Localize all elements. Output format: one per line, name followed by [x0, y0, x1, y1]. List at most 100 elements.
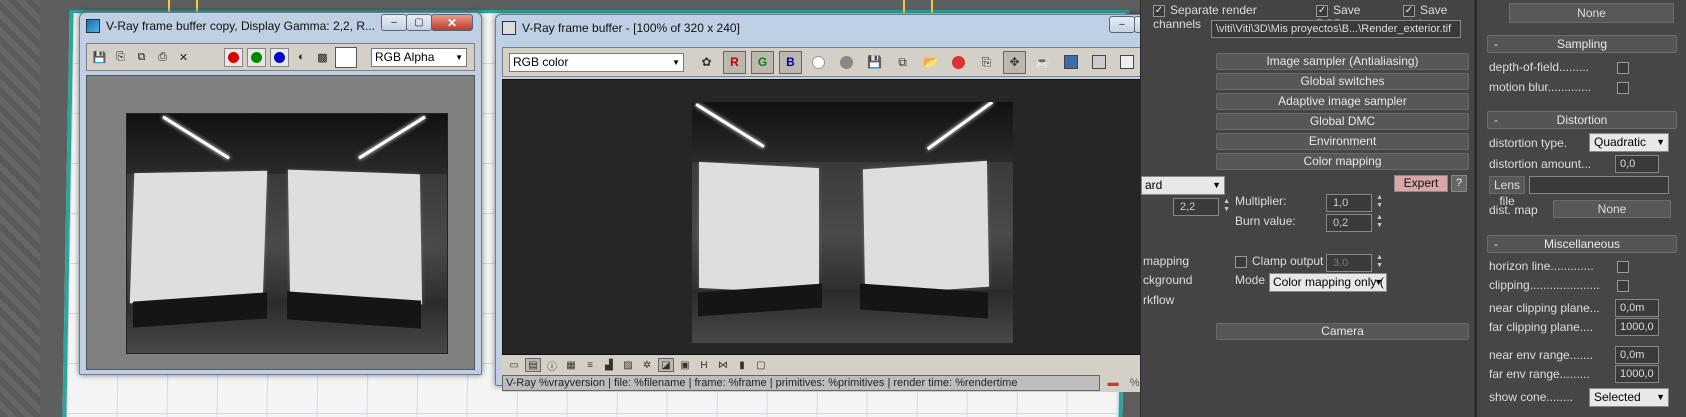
alpha-icon[interactable]: ◐	[293, 49, 310, 66]
vfb-copy-render-area[interactable]	[86, 75, 475, 370]
rollout-global-switches[interactable]: Global switches	[1216, 73, 1469, 90]
save-image-icon[interactable]: 💾	[863, 51, 886, 74]
help-button[interactable]: ?	[1451, 175, 1467, 192]
maximize-button[interactable]: ▢	[406, 14, 432, 31]
blue-channel-toggle[interactable]: B	[779, 50, 802, 74]
expert-button[interactable]: Expert	[1394, 175, 1448, 192]
output-path-field[interactable]: \viti\Viti\3D\Mis proyectos\B...\Render_…	[1211, 20, 1461, 38]
vfb-render-area[interactable]	[502, 79, 1208, 355]
channel-select[interactable]: RGB color ▼	[509, 52, 684, 72]
show-cone-select[interactable]: Selected ▼	[1589, 388, 1669, 407]
none-button-top[interactable]: None	[1509, 3, 1674, 23]
load-image-icon[interactable]: ⧉	[891, 51, 914, 74]
h-icon[interactable]: H	[696, 358, 712, 372]
distortion-amount-field[interactable]: 0,0 ▲▼	[1615, 155, 1659, 173]
spinner-arrows-icon[interactable]: ▲ ▼	[1376, 194, 1383, 210]
rollout-camera[interactable]: Camera	[1216, 323, 1469, 340]
channel-select[interactable]: RGB Alpha ▼	[371, 47, 467, 67]
history-icon[interactable]: ▤	[525, 358, 541, 372]
checkbox[interactable]: ✓	[1316, 4, 1329, 17]
green-channel-button[interactable]	[247, 47, 266, 67]
bucket-icon[interactable]	[1115, 51, 1138, 74]
info-icon[interactable]: ⓘ	[544, 358, 560, 373]
vray-app-icon	[86, 19, 100, 33]
vfb-titlebar[interactable]: V-Ray frame buffer - [100% of 320 x 240]	[496, 15, 1214, 41]
clipping-checkbox[interactable]	[1617, 280, 1629, 292]
mono-toggle[interactable]	[835, 51, 858, 74]
status-text-field[interactable]: V-Ray %vrayversion | file: %filename | f…	[502, 375, 1101, 391]
duplicate-vfb-icon[interactable]: ⎘	[975, 51, 998, 74]
region-render-icon[interactable]	[1059, 51, 1082, 74]
section-distortion[interactable]: - Distortion	[1487, 111, 1677, 129]
rollout-color-mapping[interactable]: Color mapping	[1216, 153, 1469, 170]
red-channel-toggle[interactable]: R	[723, 50, 746, 74]
curve-icon[interactable]: ▨	[620, 358, 636, 372]
multiplier-spinner[interactable]: 1,0 ▲ ▼	[1326, 194, 1383, 212]
save-icon[interactable]: 💾	[91, 49, 108, 66]
mono-icon[interactable]: ▩	[314, 49, 331, 66]
horizon-line-checkbox[interactable]	[1617, 261, 1629, 273]
checkbox[interactable]	[1235, 255, 1247, 268]
far-clipping-field[interactable]: 1000,0 ▲▼	[1615, 318, 1659, 336]
clear-icon[interactable]: ✕	[175, 49, 192, 66]
checkbox[interactable]: ✓	[1402, 4, 1415, 17]
rollout-global-dmc[interactable]: Global DMC	[1216, 113, 1469, 130]
open-folder-icon[interactable]: 📂	[919, 51, 942, 74]
vfb-copy-window[interactable]: V-Ray frame buffer copy, Display Gamma: …	[79, 12, 482, 375]
spinner-arrows-icon[interactable]: ▲ ▼	[1376, 254, 1383, 270]
depth-of-field-checkbox[interactable]	[1617, 62, 1629, 74]
mode-select[interactable]: Color mapping only ( ▼	[1269, 273, 1387, 292]
spinner-arrows-icon[interactable]: ▲ ▼	[1376, 214, 1383, 230]
list-icon[interactable]: ≡	[582, 358, 598, 372]
minimize-button[interactable]: ‒	[381, 14, 407, 31]
section-sampling[interactable]: - Sampling	[1487, 35, 1677, 53]
duplicate-icon[interactable]: ⧉	[133, 49, 150, 66]
rollout-environment[interactable]: Environment	[1216, 133, 1469, 150]
distortion-amount-value: 0,0	[1620, 158, 1636, 170]
gamma-spinner[interactable]: 2,2 ▲ ▼	[1173, 198, 1230, 216]
print-icon[interactable]: ⎙	[154, 49, 171, 66]
rendered-image	[692, 102, 1013, 343]
checkbox[interactable]: ✓	[1153, 4, 1165, 17]
rollout-adaptive-image-sampler[interactable]: Adaptive image sampler	[1216, 93, 1469, 110]
srgb-icon[interactable]: ◪	[658, 358, 674, 372]
copy-icon[interactable]: ⎘	[112, 49, 129, 66]
rollout-image-sampler[interactable]: Image sampler (Antialiasing)	[1216, 53, 1469, 70]
lut-icon[interactable]: ▣	[677, 358, 693, 372]
color-channels-icon[interactable]: ✿	[695, 51, 718, 74]
stamp-icon[interactable]: ▢	[753, 358, 769, 372]
red-channel-button[interactable]	[224, 47, 243, 67]
histogram-icon[interactable]: ▟	[601, 358, 617, 372]
motion-blur-checkbox[interactable]	[1617, 82, 1629, 94]
region-icon	[1063, 55, 1078, 69]
info-panel-icon[interactable]: ▭	[506, 358, 522, 372]
last-region-icon[interactable]	[1087, 51, 1110, 74]
color-mapping-type-select[interactable]: ard ▼	[1141, 176, 1225, 195]
clear-image-icon[interactable]	[947, 51, 970, 74]
distortion-type-select[interactable]: Quadratic ▼	[1589, 133, 1669, 152]
minimize-button[interactable]: ‒	[1109, 16, 1135, 33]
render-teapot-icon[interactable]: ☕	[1031, 51, 1054, 74]
far-env-range-field[interactable]: 1000,0 ▲▼	[1615, 365, 1659, 383]
section-miscellaneous[interactable]: - Miscellaneous	[1487, 235, 1677, 253]
compare-icon[interactable]: ⋈	[715, 358, 731, 372]
alpha-toggle[interactable]	[807, 51, 830, 74]
lens-file-field[interactable]	[1529, 176, 1669, 194]
track-mouse-icon[interactable]: ✥	[1003, 50, 1026, 74]
dist-map-button[interactable]: None	[1553, 200, 1671, 218]
levels-icon[interactable]: ▦	[563, 358, 579, 372]
vfb-window[interactable]: V-Ray frame buffer - [100% of 320 x 240]…	[495, 14, 1215, 392]
green-channel-toggle[interactable]: G	[751, 50, 774, 74]
burn-value-spinner[interactable]: 0,2 ▲ ▼	[1326, 214, 1383, 232]
settings-icon[interactable]: ✲	[639, 358, 655, 372]
clamp-level-spinner[interactable]: 3,0 ▲ ▼	[1326, 254, 1383, 272]
color-swatch[interactable]	[335, 46, 357, 68]
color-bars-icon[interactable]: ▮	[734, 358, 750, 372]
near-clipping-field[interactable]: 0,0m ▲▼	[1615, 299, 1659, 317]
close-button[interactable]: ✕	[431, 14, 473, 31]
blue-channel-button[interactable]	[270, 47, 289, 67]
spinner-arrows-icon[interactable]: ▲ ▼	[1223, 198, 1230, 214]
stamp-toggle-icon[interactable]: ▬	[1104, 375, 1122, 391]
near-env-range-field[interactable]: 0,0m ▲▼	[1615, 346, 1659, 364]
clamp-output-option[interactable]: Clamp output	[1235, 254, 1323, 268]
